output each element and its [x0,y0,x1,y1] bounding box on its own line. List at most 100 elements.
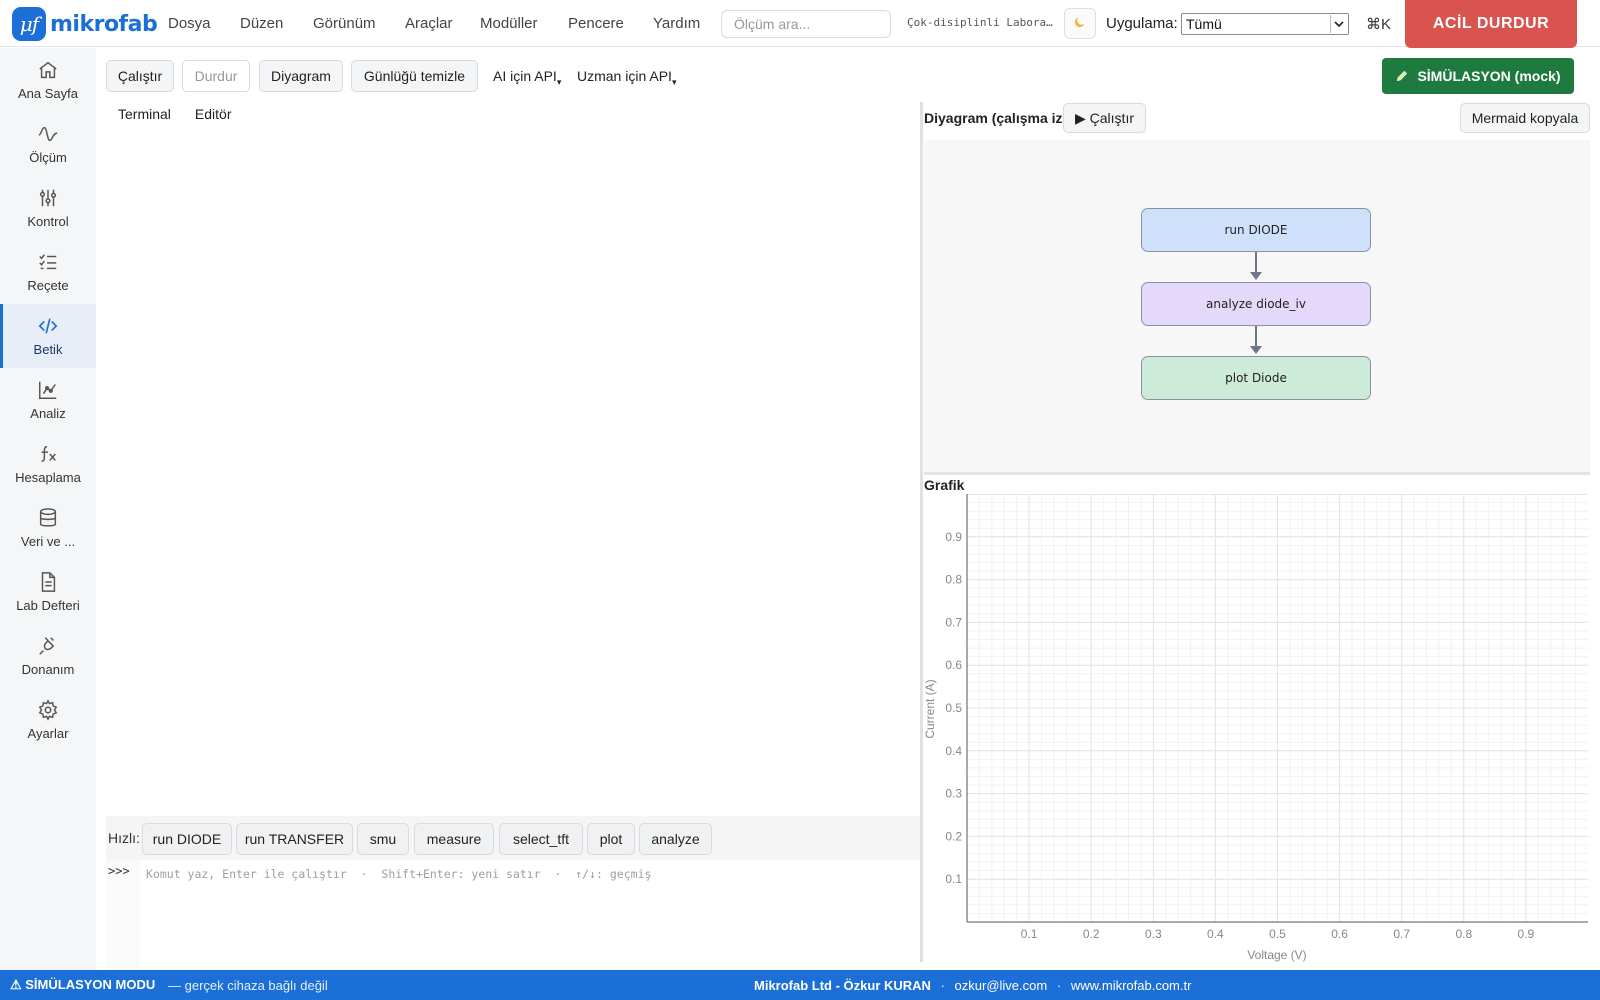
diagram-node-analyze[interactable]: analyze diode_iv [1141,282,1371,326]
quick-command-plot[interactable]: plot [587,823,635,855]
sidebar-item-computation[interactable]: Hesaplama [0,432,96,496]
menu-modules[interactable]: Modüller [480,0,538,47]
simulation-mode-label: SİMÜLASYON (mock) [1417,68,1561,84]
command-palette-shortcut[interactable]: ⌘K [1366,15,1391,33]
sidebar-item-recipe[interactable]: Reçete [0,240,96,304]
app-select[interactable]: Tümü [1181,13,1349,35]
simulation-mode-note: — gerçek cihaza bağlı değil [168,978,328,993]
command-area: >>> [106,860,920,970]
horizontal-splitter[interactable] [924,472,1590,475]
diagram-node-plot[interactable]: plot Diode [1141,356,1371,400]
iv-chart[interactable]: 0.1 0.2 0.3 0.4 0.5 0.6 0.7 0.8 0.9 0.1 0.2 0.3 0.4… [920,494,1590,964]
chart-title: Grafik [924,477,965,493]
quick-label: Hızlı: [108,830,140,846]
y-tick-label: 0.9 [945,530,962,544]
x-tick-label: 0.2 [1083,927,1100,941]
diagram-node-run-diode[interactable]: run DIODE [1141,208,1371,252]
theme-toggle-button[interactable] [1064,8,1096,39]
menu-view[interactable]: Görünüm [313,0,376,47]
home-icon [39,61,57,79]
simulation-mode-button[interactable]: SİMÜLASYON (mock) [1382,58,1574,94]
stop-button[interactable]: Durdur [182,60,250,92]
menu-edit[interactable]: Düzen [240,0,283,47]
quick-command-smu[interactable]: smu [357,823,409,855]
lab-name: Çok-disiplinli Laboratuvar [907,16,1057,29]
app-logo[interactable]: μf mikrofab [12,6,158,42]
plug-icon [39,637,55,655]
sidebar-item-data[interactable]: Veri ve ... [0,496,96,560]
top-menu-bar: μf mikrofab Dosya Düzen Görünüm Araçlar … [0,0,1600,48]
sidebar-item-label: Ölçüm [29,150,67,165]
caret-down-icon: ▾ [671,77,677,87]
y-tick-label: 0.5 [945,701,962,715]
sidebar-item-label: Reçete [27,278,69,293]
code-icon [38,318,58,334]
command-input[interactable] [140,860,920,968]
sidebar-item-label: Kontrol [27,214,69,229]
chevron-down-icon [1330,15,1346,33]
editor-tabs: Terminal Editör [106,102,243,128]
sidebar-item-hardware[interactable]: Donanım [0,624,96,688]
sliders-icon [39,189,57,207]
diagram-edge [1255,252,1257,272]
sidebar-item-lab-notebook[interactable]: Lab Defteri [0,560,96,624]
x-tick-label: 0.3 [1145,927,1162,941]
chart-y-ticks: 0.1 0.2 0.3 0.4 0.5 0.6 0.7 0.8 0.9 [945,530,962,886]
sidebar-item-home[interactable]: Ana Sayfa [0,48,96,112]
simulation-mode-indicator: ⚠ SİMÜLASYON MODU [10,977,156,992]
chart-grid-major [967,494,1588,922]
emergency-stop-button[interactable]: ACİL DURDUR [1405,0,1577,48]
y-tick-label: 0.7 [945,615,962,629]
measurement-search-input[interactable] [721,10,891,38]
company-name: Mikrofab Ltd - Özkur KURAN [754,978,931,993]
menu-tools[interactable]: Araçlar [405,0,453,47]
y-tick-label: 0.8 [945,573,962,587]
quick-command-analyze[interactable]: analyze [639,823,712,855]
function-icon [41,445,56,463]
quick-command-measure[interactable]: measure [414,823,494,855]
diagram-button[interactable]: Diyagram [259,60,343,92]
email-link[interactable]: ozkur@live.com [955,978,1048,993]
sidebar-item-label: Analiz [30,406,66,421]
app-select-value: Tümü [1186,16,1222,32]
expert-api-dropdown[interactable]: Uzman için API▾ [577,68,676,88]
y-tick-label: 0.2 [945,829,962,843]
menu-file[interactable]: Dosya [168,0,211,47]
x-tick-label: 0.9 [1518,927,1535,941]
quick-commands-bar: Hızlı: run DIODE run TRANSFER smu measur… [106,816,920,860]
sidebar-item-label: Donanım [21,662,75,677]
status-bar: ⚠ SİMÜLASYON MODU — gerçek cihaza bağlı … [0,970,1600,1000]
diagram-run-button[interactable]: ▶ Çalıştır [1063,103,1146,133]
quick-command-run-diode[interactable]: run DIODE [142,823,232,855]
menu-help[interactable]: Yardım [653,0,700,47]
command-prompt: >>> [108,864,130,878]
sidebar-item-control[interactable]: Kontrol [0,176,96,240]
quick-command-run-transfer[interactable]: run TRANSFER [236,823,353,855]
run-button[interactable]: Çalıştır [106,60,174,92]
tab-terminal[interactable]: Terminal [106,102,183,128]
gear-icon [38,699,58,721]
diagram-canvas: run DIODE analyze diode_iv plot Diode [924,140,1590,472]
separator: · [940,978,945,993]
quick-command-select-tft[interactable]: select_tft [499,823,583,855]
clear-log-button[interactable]: Günlüğü temizle [351,60,478,92]
ai-api-dropdown[interactable]: AI için API▾ [493,68,561,88]
tab-editor[interactable]: Editör [183,102,244,128]
website-link[interactable]: www.mikrofab.com.tr [1071,978,1192,993]
terminal-output[interactable] [106,128,920,816]
diagram-edge [1255,326,1257,346]
x-tick-label: 0.6 [1331,927,1348,941]
diagram-title: Diyagram (çalışma izi) [924,110,1072,126]
sidebar-item-measurement[interactable]: Ölçüm [0,112,96,176]
menu-window[interactable]: Pencere [568,0,624,47]
ai-api-label: AI için API [493,68,557,84]
sidebar-item-settings[interactable]: Ayarlar [0,688,96,752]
expert-api-label: Uzman için API [577,68,672,84]
pencil-icon [1395,69,1409,83]
sidebar-item-analysis[interactable]: Analiz [0,368,96,432]
caret-down-icon: ▾ [556,77,562,87]
y-tick-label: 0.1 [945,872,962,886]
footer-credits: Mikrofab Ltd - Özkur KURAN · ozkur@live.… [754,978,1191,993]
sidebar-item-script[interactable]: Betik [0,304,96,368]
copy-mermaid-button[interactable]: Mermaid kopyala [1460,103,1590,133]
